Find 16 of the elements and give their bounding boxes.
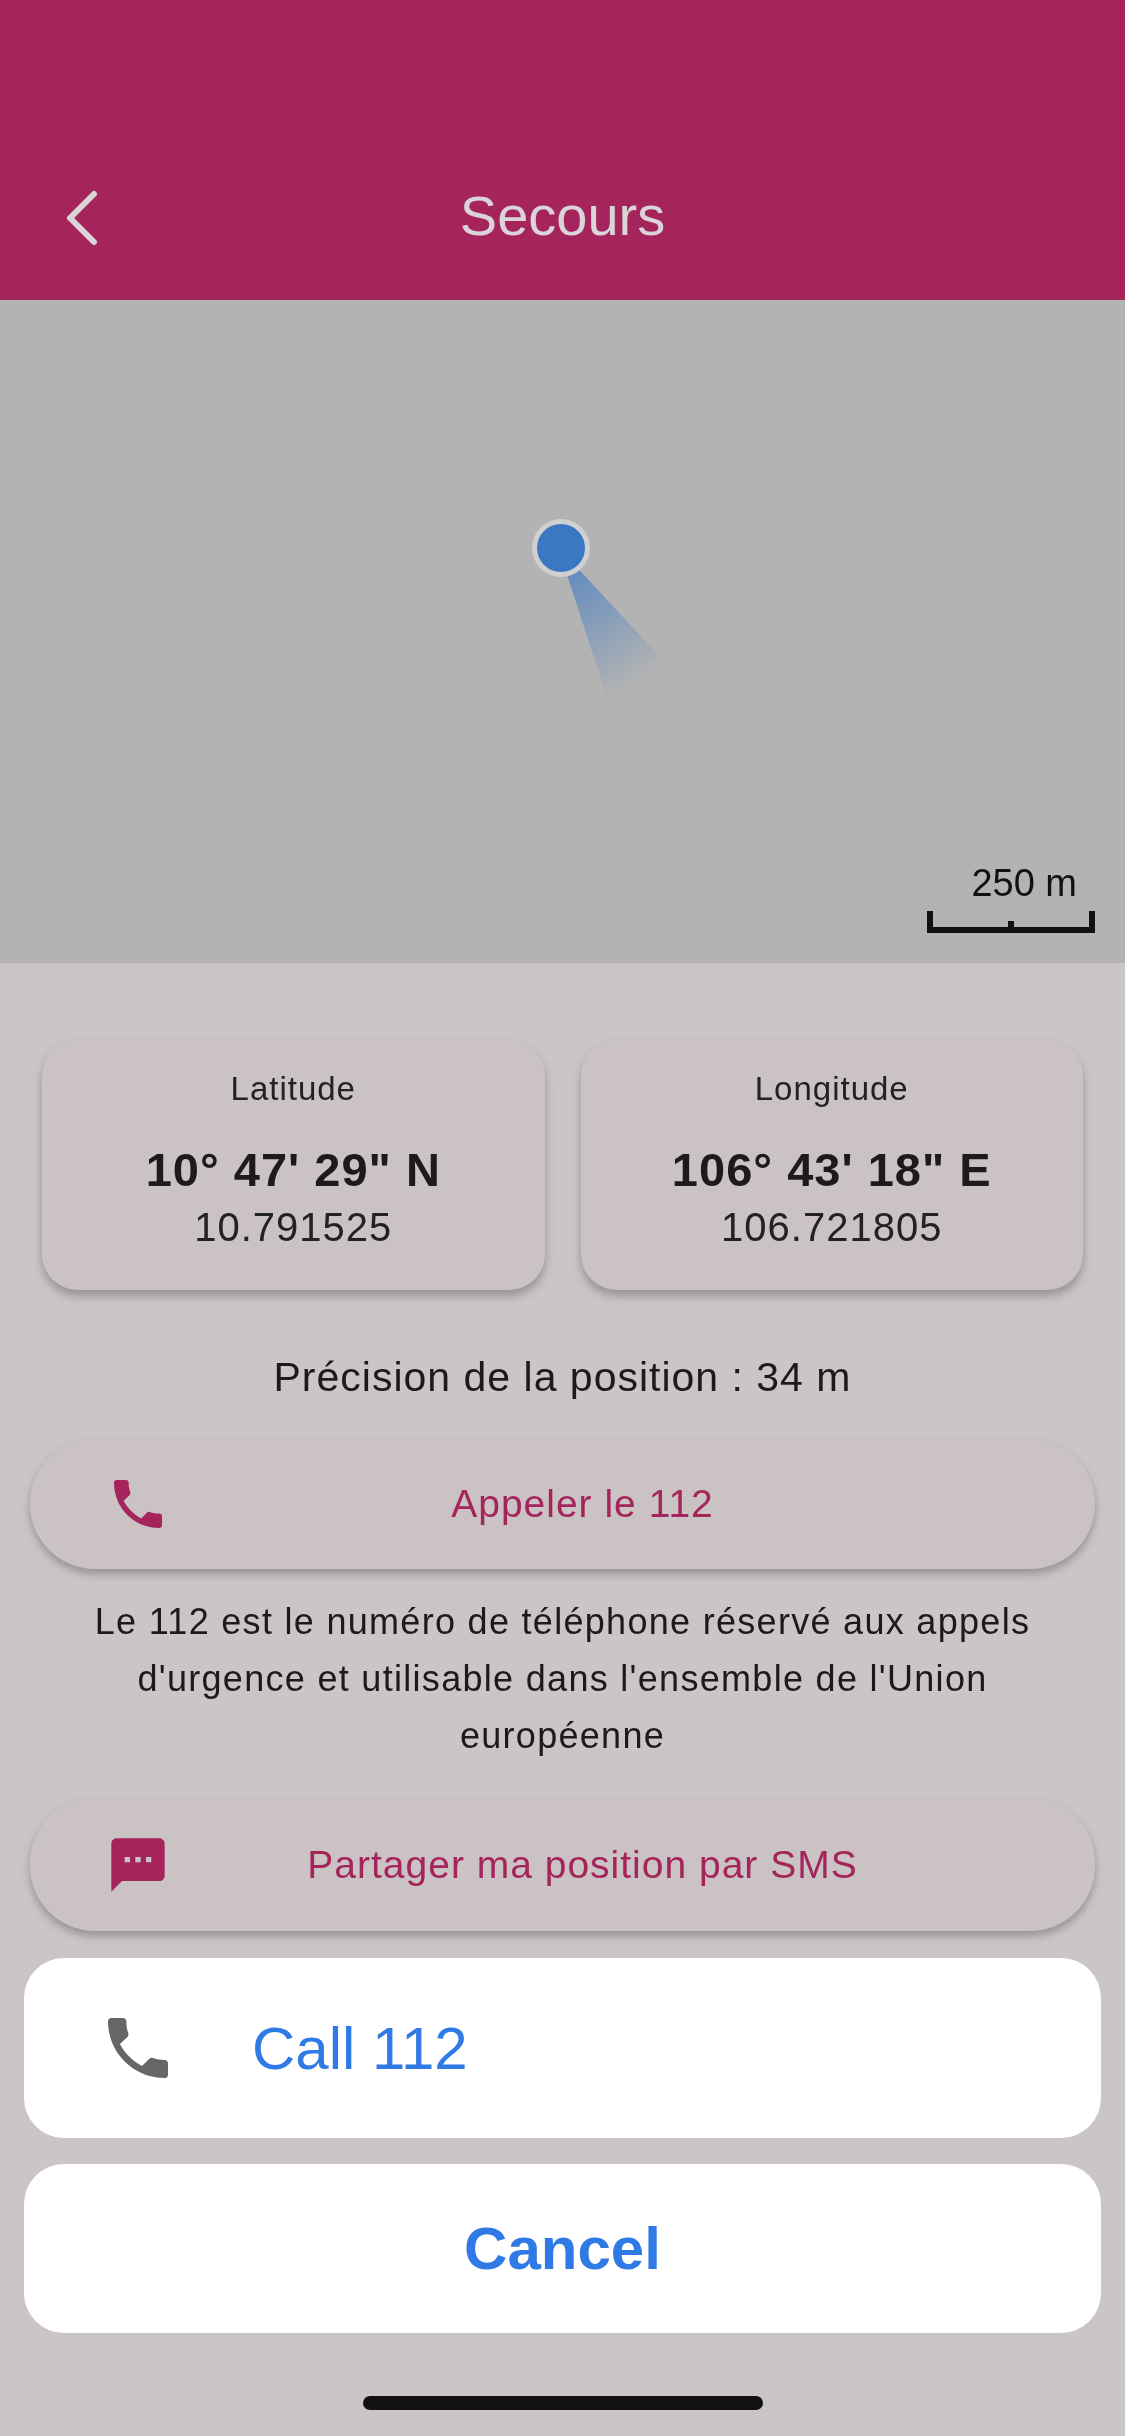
- map-view[interactable]: 250 m: [0, 300, 1125, 963]
- coordinate-dms: 106° 43' 18" E: [671, 1142, 992, 1197]
- cancel-button[interactable]: Cancel: [24, 2164, 1101, 2333]
- screen-title: Secours: [459, 183, 666, 248]
- coordinate-dms: 10° 47' 29" N: [145, 1142, 441, 1197]
- precision-text: Précision de la position : 34 m: [272, 1354, 853, 1401]
- coordinate-decimal: 106.721805: [721, 1205, 943, 1250]
- notice-text: Le 112 est le numéro de téléphone réservé aux appels d'urgence et utilisable dans l'ensemble de l'Union européenne: [93, 1600, 1032, 1758]
- coordinate-decimal: 10.791525: [194, 1205, 393, 1250]
- coordinate-label: Latitude: [230, 1070, 356, 1108]
- call-option[interactable]: Call 112: [24, 1958, 1101, 2138]
- call-button[interactable]: Appeler le 112: [30, 1439, 1095, 1569]
- sms-button[interactable]: Partager ma position par SMS: [30, 1798, 1095, 1931]
- coordinate-label: Longitude: [754, 1070, 909, 1108]
- scale-bar-icon: [927, 911, 1095, 933]
- map-scale-label: 250 m: [971, 862, 1077, 905]
